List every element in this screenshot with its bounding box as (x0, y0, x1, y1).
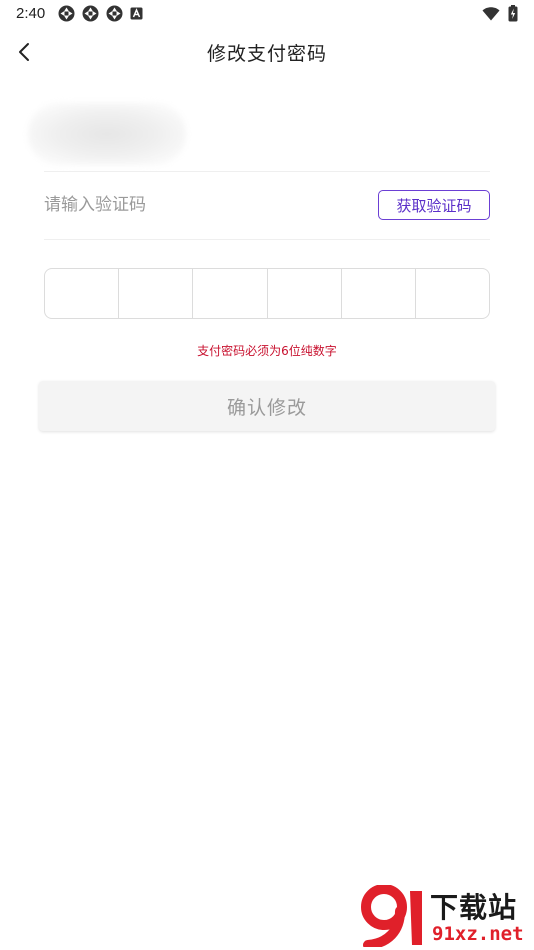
pin-input[interactable] (44, 268, 490, 319)
wifi-icon (482, 6, 500, 20)
pin-cell[interactable] (119, 269, 194, 318)
aperture-icon (82, 5, 99, 22)
status-time: 2:40 (16, 5, 46, 22)
aperture-icon (106, 5, 123, 22)
pin-cell[interactable] (416, 269, 489, 318)
aperture-icon (58, 5, 75, 22)
watermark-title: 下载站 (430, 891, 518, 924)
notification-icons (58, 5, 143, 22)
page-title: 修改支付密码 (206, 43, 327, 65)
masked-phone-number (28, 103, 186, 165)
get-code-button[interactable]: 获取验证码 (378, 190, 490, 220)
pin-hint: 支付密码必须为6位纯数字 (197, 344, 337, 358)
watermark-url: 91xz.net (432, 923, 524, 945)
pin-cell[interactable] (45, 269, 120, 318)
battery-charging-icon (508, 5, 518, 22)
nav-bar: 修改支付密码 (0, 28, 534, 74)
watermark-logo: 下载站 91xz.net (360, 883, 534, 950)
divider (44, 171, 490, 172)
divider (44, 239, 490, 240)
pin-cell[interactable] (193, 269, 268, 318)
a-square-icon (130, 7, 143, 20)
system-icons (482, 5, 518, 22)
pin-cell[interactable] (342, 269, 416, 318)
verification-code-input[interactable] (44, 188, 344, 222)
status-bar: 2:40 (0, 0, 534, 28)
pin-cell[interactable] (268, 269, 342, 318)
nine-logo-icon (361, 885, 422, 947)
confirm-button[interactable]: 确认修改 (39, 381, 495, 431)
